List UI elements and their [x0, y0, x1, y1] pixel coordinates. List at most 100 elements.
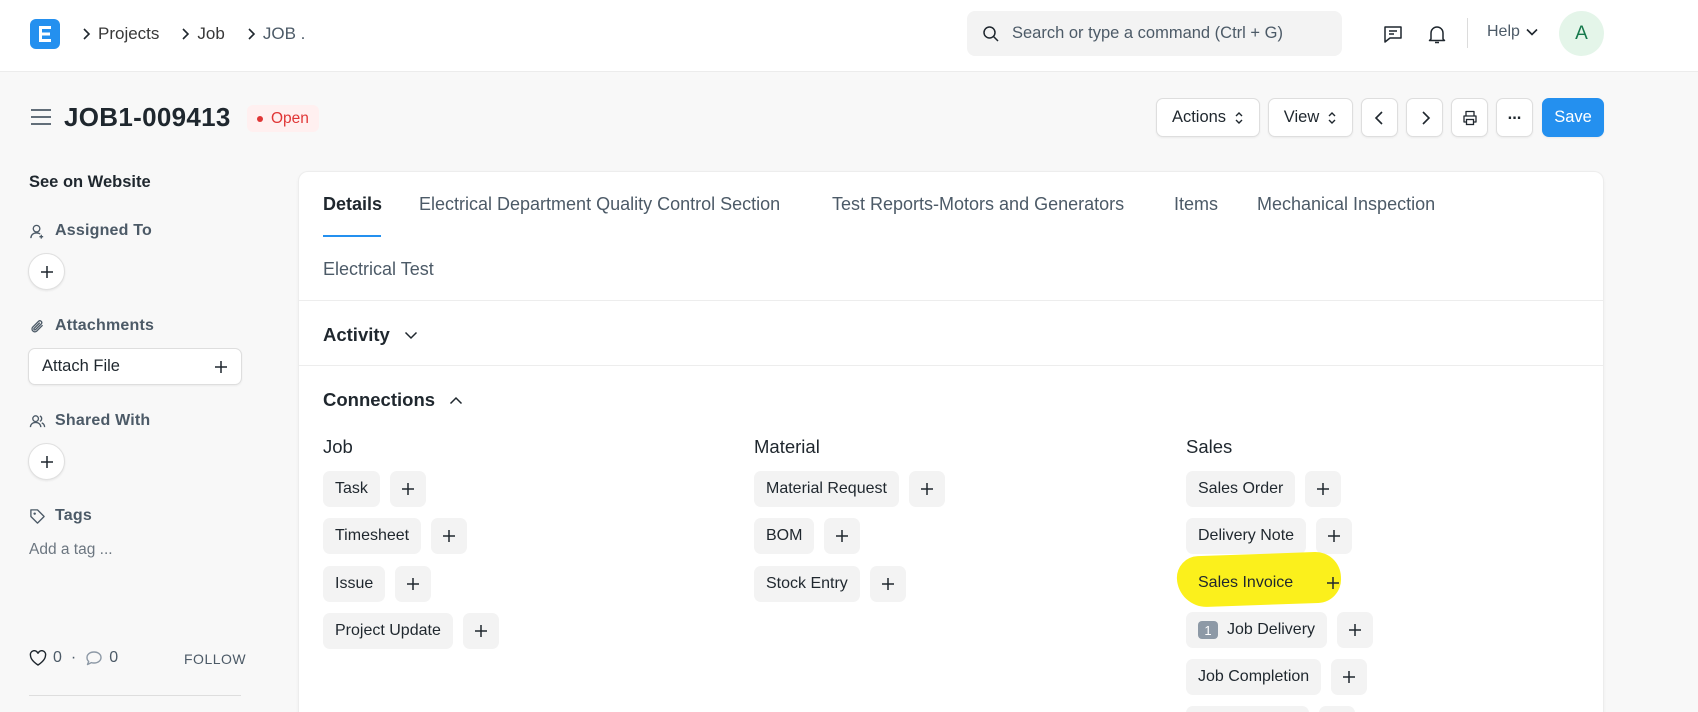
- status-dot: [257, 115, 263, 122]
- plus-icon: [1328, 530, 1341, 542]
- add-sales-order-button[interactable]: [1305, 471, 1342, 507]
- help-dropdown[interactable]: Help: [1487, 23, 1538, 41]
- chevron-left-icon: [1374, 110, 1383, 125]
- print-button[interactable]: [1451, 98, 1488, 137]
- breadcrumb-job[interactable]: Job: [197, 24, 224, 44]
- tab-electrical-test[interactable]: Electrical Test: [323, 259, 434, 280]
- add-stock-entry-button[interactable]: [869, 566, 906, 602]
- add-project-update-button[interactable]: [462, 613, 499, 649]
- chevron-right-icon: [1421, 110, 1430, 125]
- previous-button[interactable]: [1361, 98, 1398, 137]
- actions-label: Actions: [1171, 108, 1227, 126]
- add-tag-link[interactable]: Add a tag ...: [29, 541, 113, 559]
- add-assignee-button[interactable]: [28, 253, 65, 290]
- menu-icon[interactable]: [30, 108, 52, 126]
- connections-title: Connections: [323, 389, 436, 410]
- tags-label: Tags: [29, 507, 92, 525]
- shared-with-text: Shared With: [55, 412, 151, 429]
- chevron-right-icon: [173, 22, 197, 46]
- more-label: ...: [1507, 105, 1522, 123]
- connection-stock-entry[interactable]: Stock Entry: [754, 566, 860, 602]
- job-column-title: Job: [323, 436, 353, 457]
- plus-icon: [443, 530, 456, 542]
- add-timesheet-button[interactable]: [431, 518, 468, 554]
- plus-icon: [881, 578, 894, 590]
- tab-items[interactable]: Items: [1174, 194, 1218, 215]
- search-bar[interactable]: [967, 11, 1342, 56]
- connection-job-completion[interactable]: Job Completion: [1186, 659, 1322, 695]
- activity-section-toggle[interactable]: Activity: [323, 324, 418, 346]
- add-more-button[interactable]: [1319, 706, 1355, 712]
- tab-details[interactable]: Details: [323, 194, 382, 215]
- search-input[interactable]: [1012, 24, 1312, 43]
- add-job-completion-button[interactable]: [1331, 659, 1368, 695]
- add-delivery-note-button[interactable]: [1316, 518, 1353, 554]
- next-button[interactable]: [1406, 98, 1443, 137]
- attachments-label: Attachments: [29, 317, 154, 335]
- logo-icon[interactable]: [30, 19, 60, 49]
- comment-icon[interactable]: [85, 650, 103, 666]
- tab-electrical-qc[interactable]: Electrical Department Quality Control Se…: [419, 194, 780, 215]
- add-bom-button[interactable]: [824, 518, 861, 554]
- connection-row: Task: [323, 471, 426, 507]
- breadcrumb-projects[interactable]: Projects: [98, 24, 159, 44]
- attachments-text: Attachments: [55, 317, 155, 334]
- connection-bom[interactable]: BOM: [754, 518, 815, 554]
- follow-button[interactable]: FOLLOW: [184, 651, 246, 667]
- see-on-website-link[interactable]: See on Website: [29, 173, 151, 192]
- heart-icon[interactable]: [29, 650, 47, 666]
- view-button[interactable]: View: [1268, 98, 1353, 137]
- connection-issue[interactable]: Issue: [323, 566, 386, 602]
- add-sales-invoice-button[interactable]: [1315, 565, 1351, 601]
- connection-row: BOM: [754, 518, 861, 554]
- breadcrumb-current[interactable]: JOB .: [263, 24, 306, 44]
- plus-icon: [40, 455, 53, 468]
- save-button[interactable]: Save: [1542, 98, 1604, 137]
- bell-icon[interactable]: [1425, 22, 1449, 46]
- tab-mechanical-inspection[interactable]: Mechanical Inspection: [1257, 194, 1435, 215]
- avatar[interactable]: A: [1559, 11, 1604, 56]
- form-card: Details Electrical Department Quality Co…: [298, 171, 1604, 712]
- assigned-to-text: Assigned To: [55, 222, 153, 239]
- connection-material-request[interactable]: Material Request: [754, 471, 899, 507]
- status-badge: Open: [247, 105, 319, 132]
- plus-icon: [474, 625, 487, 637]
- job-delivery-label: Job Delivery: [1227, 621, 1316, 638]
- add-share-button[interactable]: [28, 443, 65, 480]
- chat-icon[interactable]: [1381, 22, 1405, 46]
- connection-sales-invoice[interactable]: Sales Invoice: [1186, 565, 1305, 601]
- actions-button[interactable]: Actions: [1156, 98, 1260, 137]
- add-job-delivery-button[interactable]: [1337, 612, 1374, 648]
- add-material-request-button[interactable]: [908, 471, 945, 507]
- plus-icon: [1327, 577, 1340, 589]
- job-delivery-count: 1: [1198, 621, 1218, 639]
- connections-section-toggle[interactable]: Connections: [323, 389, 463, 411]
- attach-file-button[interactable]: Attach File: [28, 348, 242, 385]
- navbar-divider: [1467, 18, 1468, 48]
- connection-row: Material Request: [754, 471, 945, 507]
- connection-project-update[interactable]: Project Update: [323, 613, 453, 649]
- add-issue-button[interactable]: [395, 566, 432, 602]
- connection-job-delivery[interactable]: 1 Job Delivery: [1186, 612, 1328, 648]
- more-button[interactable]: ...: [1496, 98, 1533, 137]
- connection-task[interactable]: Task: [323, 471, 380, 507]
- connection-timesheet[interactable]: Timesheet: [323, 518, 422, 554]
- connection-row: Sales Invoice: [1186, 565, 1351, 601]
- tab-test-reports[interactable]: Test Reports-Motors and Generators: [832, 194, 1124, 215]
- comments-count: 0: [109, 649, 119, 666]
- active-tab-indicator: [323, 235, 381, 237]
- chevron-down-icon: [1526, 28, 1538, 36]
- plus-icon: [1349, 624, 1362, 636]
- material-column-title: Material: [754, 436, 820, 457]
- plus-icon: [1317, 483, 1330, 495]
- connection-more[interactable]: [1186, 706, 1309, 712]
- printer-icon: [1462, 110, 1477, 125]
- add-task-button[interactable]: [389, 471, 426, 507]
- connection-row: Project Update: [323, 613, 499, 649]
- plus-icon: [836, 530, 849, 542]
- navbar: Projects Job JOB . Help A: [0, 0, 1698, 72]
- connection-sales-order[interactable]: Sales Order: [1186, 471, 1296, 507]
- connection-delivery-note[interactable]: Delivery Note: [1186, 518, 1307, 554]
- chevron-up-icon: [450, 396, 463, 404]
- sort-icon: [1235, 111, 1243, 124]
